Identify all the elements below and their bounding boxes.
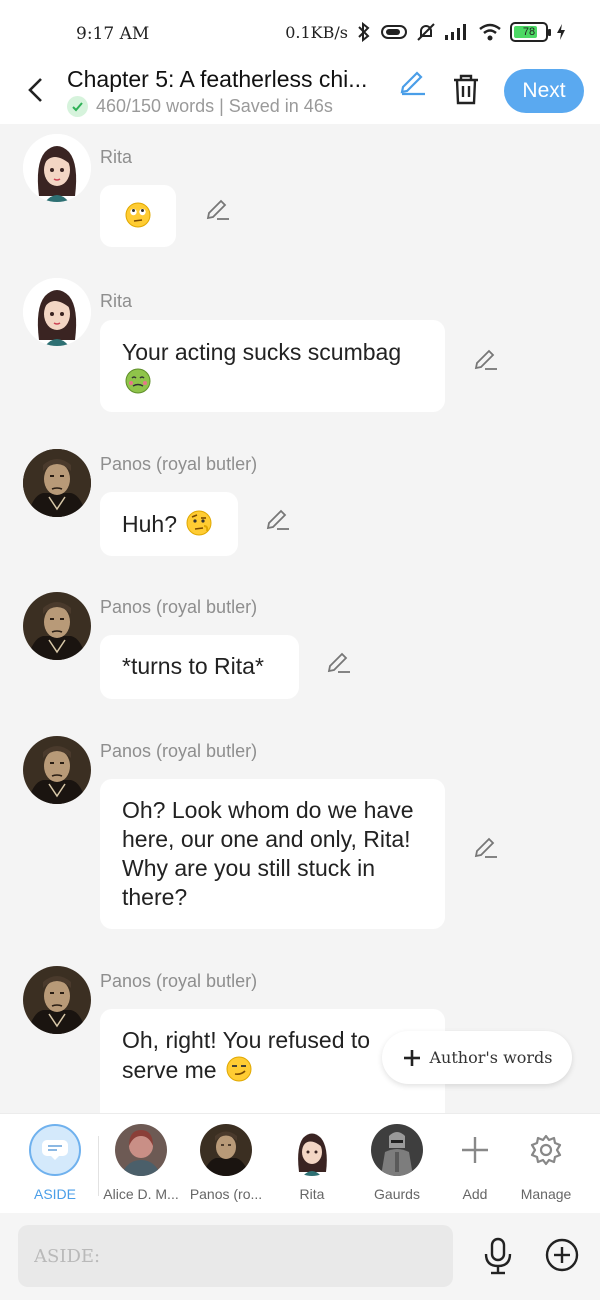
panos-avatar [200, 1124, 252, 1176]
delete-button[interactable] [450, 72, 482, 106]
word-count-text: 460/150 words | Saved in 46s [96, 96, 333, 116]
voice-input-button[interactable] [482, 1237, 514, 1275]
nauseated-face-emoji [125, 368, 151, 394]
panos-avatar[interactable] [23, 592, 91, 660]
more-options-button[interactable] [545, 1238, 579, 1272]
character-panos[interactable]: Panos (ro... [183, 1124, 269, 1202]
aside-input[interactable] [18, 1225, 453, 1287]
chat-area: Rita Rita Your acting sucks scumbag Pano… [0, 124, 600, 1113]
sender-name: Panos (royal butler) [100, 741, 258, 761]
network-speed: 0.1KB/s [285, 22, 348, 42]
message-bubble[interactable]: Huh? [100, 492, 238, 556]
character-label: Gaurds [374, 1186, 420, 1202]
rolling-eyes-emoji [125, 202, 151, 228]
charging-icon [557, 24, 565, 40]
character-label: ASIDE [33, 1186, 76, 1202]
plus-icon [403, 1049, 420, 1066]
message-bubble[interactable]: Your acting sucks scumbag [100, 320, 445, 412]
vibrate-icon [381, 25, 407, 39]
status-icons: 0.1KB/s 78 [285, 22, 566, 42]
message-bubble[interactable]: *turns to Rita* [100, 635, 299, 699]
raised-eyebrow-emoji [186, 510, 212, 536]
aside-icon [29, 1124, 81, 1176]
pencil-icon [400, 71, 425, 96]
alice-avatar [115, 1124, 167, 1176]
word-count-info: 460/150 words | Saved in 46s [67, 96, 333, 117]
panos-avatar[interactable] [23, 736, 91, 804]
smirking-face-emoji [226, 1056, 252, 1082]
chevron-left-icon [28, 78, 42, 102]
character-alice[interactable]: Alice D. M... [98, 1124, 184, 1202]
sender-name: Rita [100, 291, 133, 311]
wifi-icon [479, 23, 501, 41]
edit-message-icon[interactable] [473, 833, 499, 859]
character-label: Rita [299, 1186, 325, 1202]
add-icon [449, 1124, 501, 1176]
sender-name: Panos (royal butler) [100, 971, 258, 991]
mute-bell-icon [417, 23, 435, 41]
chapter-header: Chapter 5: A featherless chi... 460/150 … [0, 62, 600, 124]
chapter-title: Chapter 5: A featherless chi... [67, 66, 368, 92]
manage-label: Manage [520, 1186, 572, 1202]
manage-characters-button[interactable]: Manage [503, 1124, 589, 1202]
character-label: Alice D. M... [103, 1186, 179, 1202]
bluetooth-icon [358, 22, 370, 42]
sender-name: Panos (royal butler) [100, 597, 258, 617]
check-icon [67, 96, 88, 117]
microphone-icon [484, 1237, 512, 1275]
message-text: Huh? [122, 511, 184, 537]
panos-avatar[interactable] [23, 449, 91, 517]
rita-avatar [286, 1124, 338, 1176]
edit-title-button[interactable] [398, 66, 428, 96]
back-button[interactable] [18, 70, 52, 110]
gaurds-avatar [371, 1124, 423, 1176]
input-area [0, 1213, 600, 1300]
character-gaurds[interactable]: Gaurds [354, 1124, 440, 1202]
edit-message-icon[interactable] [205, 195, 231, 221]
character-bar: ASIDE Alice D. M... Panos (ro... Rita Ga… [0, 1113, 600, 1213]
signal-icon [445, 24, 466, 40]
battery-level: 78 [522, 26, 536, 38]
message-bubble[interactable] [100, 185, 176, 247]
trash-icon [454, 74, 478, 105]
battery-icon: 78 [510, 22, 551, 42]
status-time: 9:17 AM [76, 24, 150, 44]
rita-avatar[interactable] [23, 134, 91, 202]
next-button[interactable]: Next [504, 69, 584, 113]
edit-message-icon[interactable] [473, 345, 499, 371]
message-text: Your acting sucks scumbag [122, 339, 402, 365]
edit-message-icon[interactable] [326, 648, 352, 674]
gear-icon [520, 1124, 572, 1176]
panos-avatar[interactable] [23, 966, 91, 1034]
character-label: Panos (ro... [189, 1186, 263, 1202]
character-aside[interactable]: ASIDE [12, 1124, 98, 1202]
edit-message-icon[interactable] [265, 505, 291, 531]
message-bubble[interactable]: Oh? Look whom do we have here, our one a… [100, 779, 445, 929]
plus-circle-icon [545, 1238, 579, 1272]
message-text: *turns to Rita* [122, 653, 264, 679]
message-text: Oh? Look whom do we have here, our one a… [122, 797, 414, 910]
sender-name: Rita [100, 147, 133, 167]
character-rita[interactable]: Rita [269, 1124, 355, 1202]
status-bar: 9:17 AM 0.1KB/s 78 [0, 0, 600, 62]
rita-avatar[interactable] [23, 278, 91, 346]
sender-name: Panos (royal butler) [100, 454, 258, 474]
authors-words-label: Author's words [429, 1048, 553, 1067]
authors-words-button[interactable]: Author's words [382, 1031, 572, 1084]
